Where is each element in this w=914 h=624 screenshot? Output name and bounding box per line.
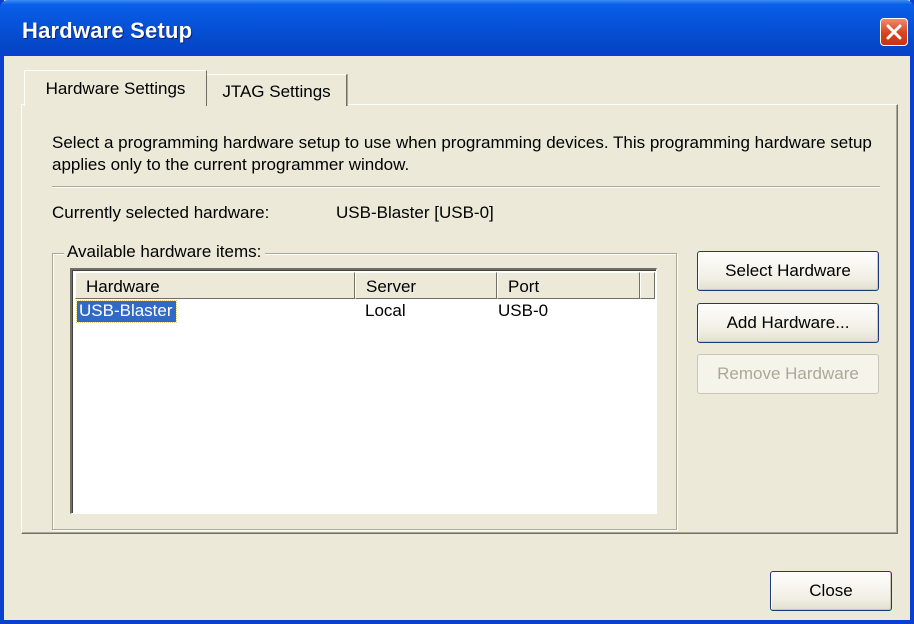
close-button[interactable]: Close: [770, 571, 892, 611]
column-header-port[interactable]: Port: [497, 272, 640, 299]
remove-hardware-button[interactable]: Remove Hardware: [697, 354, 879, 394]
hardware-list[interactable]: Hardware Server Port USB-Blaster Local U…: [70, 268, 657, 514]
table-row[interactable]: USB-Blaster Local USB-0: [75, 299, 650, 323]
column-header-port-label: Port: [508, 277, 540, 296]
cell-port: USB-0: [498, 301, 549, 320]
column-header-filler: [640, 272, 655, 299]
description-text: Select a programming hardware setup to u…: [52, 133, 872, 174]
cell-server: Local: [365, 301, 406, 320]
separator: [52, 186, 880, 188]
tab-hardware-settings[interactable]: Hardware Settings: [24, 70, 207, 106]
title-bar[interactable]: Hardware Setup: [0, 0, 914, 56]
window-close-button[interactable]: [880, 18, 908, 46]
list-header: Hardware Server Port: [75, 272, 655, 299]
tab-jtag-settings-label: JTAG Settings: [222, 82, 331, 101]
column-header-server[interactable]: Server: [355, 272, 497, 299]
tab-hardware-settings-label: Hardware Settings: [45, 79, 186, 98]
available-hardware-group-label: Available hardware items:: [64, 242, 266, 262]
column-header-hardware[interactable]: Hardware: [75, 272, 355, 299]
cell-hardware[interactable]: USB-Blaster: [76, 300, 177, 323]
column-header-hardware-label: Hardware: [86, 277, 160, 296]
select-hardware-button[interactable]: Select Hardware: [697, 251, 879, 291]
current-hardware-label: Currently selected hardware:: [52, 203, 270, 222]
current-hardware-value: USB-Blaster [USB-0]: [336, 203, 494, 222]
tab-jtag-settings[interactable]: JTAG Settings: [207, 74, 347, 106]
column-header-server-label: Server: [366, 277, 417, 296]
window-title: Hardware Setup: [22, 18, 193, 43]
close-icon: [886, 24, 902, 40]
add-hardware-button[interactable]: Add Hardware...: [697, 303, 879, 343]
